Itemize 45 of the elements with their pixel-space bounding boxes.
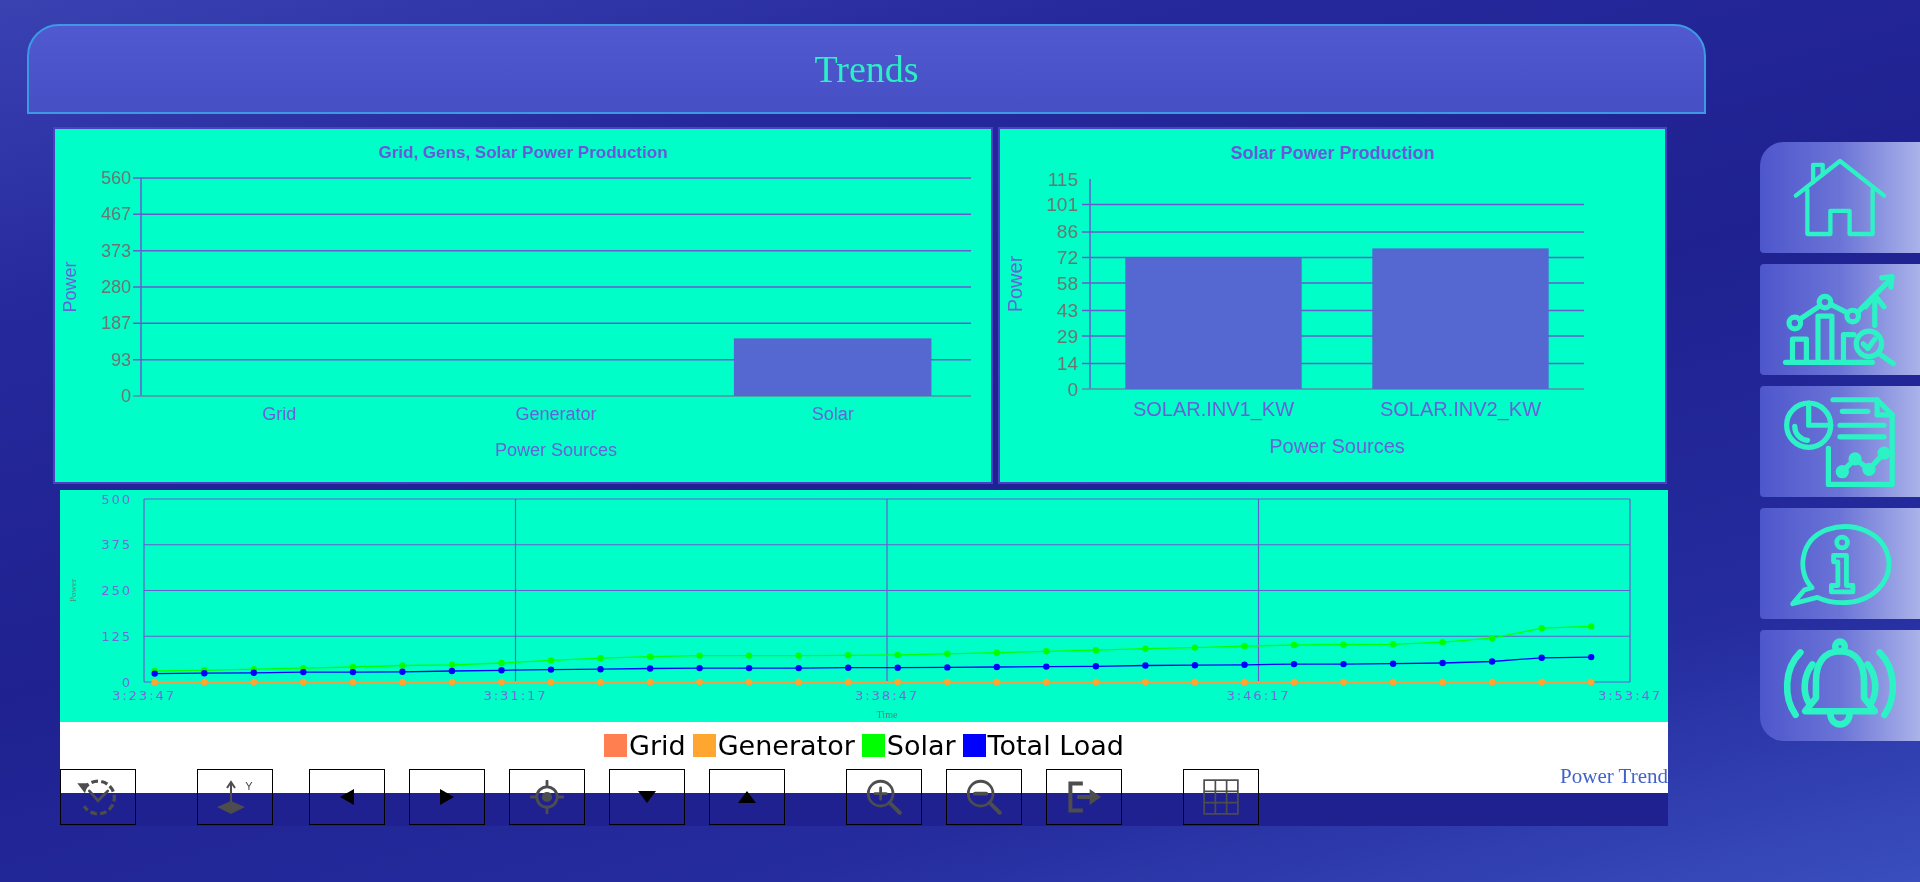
axis-title: Power Sources (494, 440, 618, 460)
axis-tick-label: 3:31:17 (483, 687, 548, 703)
axis-tick-label: 115 (1047, 168, 1078, 190)
category-label: Grid (262, 404, 297, 424)
axis-tick-label: 58 (1056, 272, 1078, 294)
axis-tick-label: 0 (121, 386, 131, 406)
axis-tick-label: 101 (1046, 194, 1078, 216)
category-label: SOLAR.INV2_KW (1379, 398, 1542, 420)
category-label: Solar (811, 404, 854, 424)
chart-title: Grid, Gens, Solar Power Production (378, 142, 668, 162)
axis-title: Power (60, 261, 80, 313)
axis-tick-label: 373 (100, 240, 131, 261)
legend-label: Generator (717, 730, 855, 761)
axis-tick-label: 29 (1056, 325, 1078, 347)
axis-tick-label: 375 (101, 537, 132, 553)
legend-label: Solar (886, 730, 956, 761)
axis-tick-label: 86 (1056, 221, 1078, 243)
category-label: Generator (515, 404, 597, 424)
page-title: Trends (814, 50, 919, 88)
axis-tick-label: 3:38:47 (854, 687, 920, 703)
axis-tick-label: 467 (100, 204, 131, 225)
axis-title: Power Sources (1269, 435, 1405, 457)
axis-tick-label: 43 (1056, 300, 1078, 321)
axis-title: Time (876, 708, 898, 720)
axis-title: Power (1004, 255, 1026, 313)
axis-tick-label: 125 (101, 628, 132, 644)
legend-label: Grid (629, 730, 686, 761)
axis-tick-label: 93 (110, 349, 131, 370)
axis-tick-label: 3:53:47 (1597, 687, 1663, 703)
axis-tick-label: 3:23:47 (111, 687, 177, 703)
chart-caption: Power Trend (1560, 766, 1668, 787)
axis-tick-label: 280 (100, 277, 131, 297)
legend-label: Total Load (987, 730, 1124, 761)
axis-tick-label: 250 (101, 583, 132, 598)
axis-tick-label: 187 (100, 313, 131, 334)
axis-tick-label: 72 (1056, 247, 1078, 268)
axis-tick-label: 0 (1067, 378, 1078, 400)
chart-title: Solar Power Production (1230, 143, 1435, 163)
axis-tick-label: 3:46:17 (1226, 687, 1291, 703)
axis-tick-label: 560 (100, 168, 131, 188)
axis-tick-label: 500 (101, 491, 132, 507)
axis-tick-label: 14 (1056, 352, 1078, 374)
axis-title: Power (68, 579, 78, 602)
axis-tick-label: 0 (121, 674, 132, 690)
category-label: SOLAR.INV1_KW (1132, 398, 1295, 420)
